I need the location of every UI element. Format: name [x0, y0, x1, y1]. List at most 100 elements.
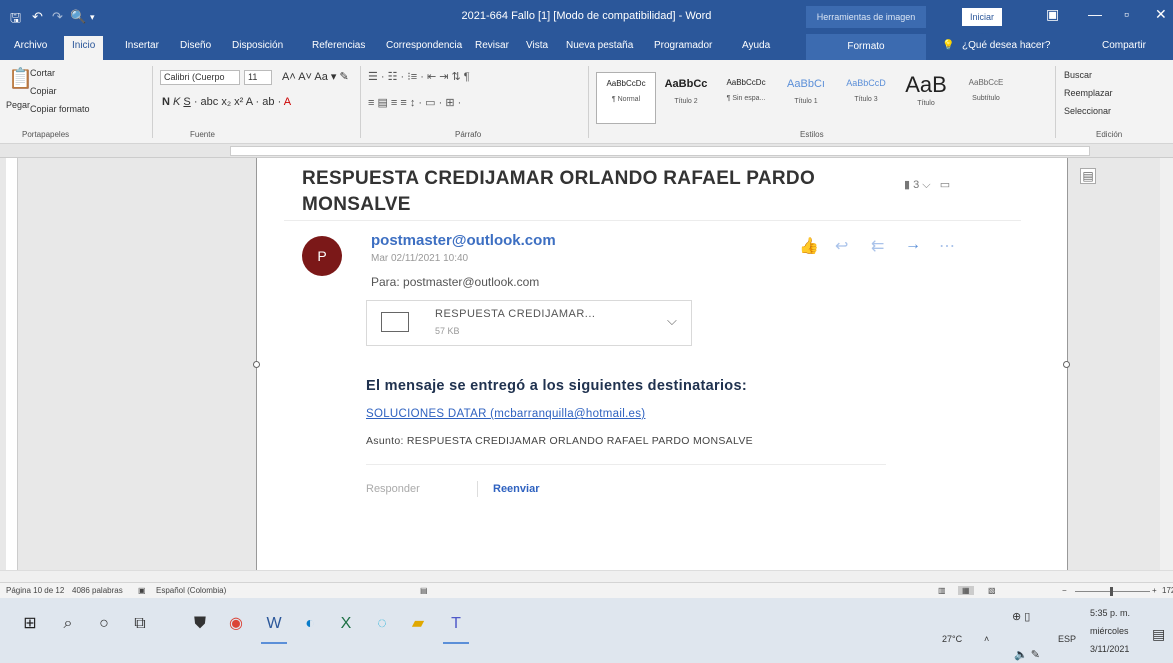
- page-count[interactable]: Página 10 de 12: [6, 586, 64, 595]
- tab-insertar[interactable]: Insertar: [125, 40, 159, 51]
- style-titulo-3[interactable]: AaBbCcD Título 3: [836, 72, 896, 124]
- copy-button[interactable]: Copiar: [30, 86, 57, 96]
- maximize-button[interactable]: ▫: [1124, 6, 1129, 22]
- horizontal-scrollbar[interactable]: [0, 570, 1173, 582]
- volume-icon[interactable]: 🔈 ✎: [1014, 648, 1040, 661]
- minimize-button[interactable]: —: [1088, 6, 1102, 22]
- zoom-slider-thumb[interactable]: [1110, 587, 1113, 596]
- input-language[interactable]: ESP: [1058, 634, 1076, 644]
- format-painter-button[interactable]: Copiar formato: [30, 104, 90, 114]
- zoom-in-button[interactable]: +: [1152, 586, 1157, 595]
- tab-archivo[interactable]: Archivo: [14, 40, 47, 51]
- tab-revisar[interactable]: Revisar: [475, 40, 509, 51]
- weather-temperature[interactable]: 27°C: [942, 634, 962, 644]
- network-icon[interactable]: ⊕ ▯: [1012, 610, 1030, 623]
- email-to: Para: postmaster@outlook.com: [371, 275, 540, 289]
- tell-me-search[interactable]: ¿Qué desea hacer?: [962, 40, 1050, 51]
- word-count[interactable]: 4086 palabras: [72, 586, 123, 595]
- font-group-label: Fuente: [190, 130, 215, 139]
- sign-in-button[interactable]: Iniciar ses: [962, 8, 1002, 40]
- tray-chevron-icon[interactable]: ˄: [984, 634, 989, 644]
- edge-icon[interactable]: ◐: [298, 612, 322, 636]
- task-view-icon[interactable]: ⧉: [128, 612, 152, 636]
- document-area: RESPUESTA CREDIJAMAR ORLANDO RAFAEL PARD…: [0, 158, 1173, 583]
- zoom-out-button[interactable]: −: [1062, 586, 1067, 595]
- clipboard-group-label: Portapapeles: [22, 130, 70, 139]
- sender-address: postmaster@outlook.com: [371, 232, 556, 249]
- vertical-scrollbar[interactable]: [1160, 158, 1173, 583]
- focus-icon[interactable]: ▤: [420, 586, 428, 595]
- select-button[interactable]: Seleccionar: [1064, 106, 1111, 116]
- security-icon[interactable]: ⛊: [188, 612, 212, 636]
- tab-ayuda[interactable]: Ayuda: [742, 40, 770, 51]
- style-subtitulo[interactable]: AaBbCcE Subtítulo: [956, 72, 1016, 124]
- attachment-card: RESPUESTA CREDIJAMAR... 57 KB ⌵: [366, 300, 692, 346]
- start-icon[interactable]: ⊞: [18, 612, 42, 636]
- reply-all-icon: ⇇: [871, 238, 885, 255]
- read-mode-icon[interactable]: ▥: [938, 586, 946, 595]
- tab-nueva-pestana[interactable]: Nueva pestaña: [566, 40, 633, 51]
- store-icon[interactable]: ◌: [370, 612, 394, 636]
- font-format-icons[interactable]: N K S · abc x₂ x² A · ab · A: [162, 96, 291, 108]
- paste-button[interactable]: Pegar: [6, 100, 30, 110]
- forward-icon: →: [905, 236, 921, 253]
- font-name-select[interactable]: Calibri (Cuerpo: [160, 70, 240, 85]
- paragraph-group-label: Párrafo: [455, 130, 482, 139]
- file-explorer-icon[interactable]: ▰: [406, 612, 430, 636]
- web-layout-icon[interactable]: ▧: [988, 586, 996, 595]
- tab-inicio[interactable]: Inicio: [64, 36, 104, 60]
- document-page: RESPUESTA CREDIJAMAR ORLANDO RAFAEL PARD…: [253, 158, 1070, 583]
- taskbar: ⊞ ⌕ ○ ⧉ ⛊ ◉ W ◐ X ◌ ▰ T 27°C ˄ ⊕ ▯ 🔈 ✎ E…: [0, 598, 1173, 663]
- style-normal[interactable]: AaBbCcDc ¶ Normal: [596, 72, 656, 124]
- tab-formato[interactable]: Formato: [806, 34, 926, 60]
- close-button[interactable]: ✕: [1155, 6, 1167, 23]
- tab-correspondencia[interactable]: Correspondencia: [386, 40, 462, 51]
- reply-icon: ↩: [835, 238, 849, 255]
- layout-options-icon[interactable]: ▤: [1080, 168, 1096, 184]
- zoom-level[interactable]: 172: [1162, 586, 1173, 595]
- font-grow-shrink-icons[interactable]: A˄ A˅ Aa ▾ ✎: [282, 70, 349, 83]
- tab-disposicion[interactable]: Disposición: [232, 40, 283, 51]
- image-resize-handle-right[interactable]: [1063, 361, 1070, 368]
- tab-vista[interactable]: Vista: [526, 40, 548, 51]
- word-icon[interactable]: W: [262, 612, 286, 636]
- notifications-icon[interactable]: ▤: [1152, 626, 1165, 643]
- cut-button[interactable]: Cortar: [30, 68, 55, 78]
- style-titulo-1[interactable]: AaBbCı Título 1: [776, 72, 836, 124]
- search-icon[interactable]: ⌕: [56, 612, 80, 636]
- vertical-ruler[interactable]: [6, 158, 18, 583]
- proofing-icon[interactable]: ▣: [138, 586, 146, 595]
- print-layout-icon[interactable]: ▦: [958, 586, 974, 595]
- ribbon-display-icon[interactable]: ▣: [1046, 6, 1059, 23]
- embedded-email-image[interactable]: RESPUESTA CREDIJAMAR ORLANDO RAFAEL PARD…: [284, 158, 1021, 583]
- clock-time[interactable]: 5:35 p. m.: [1090, 608, 1130, 618]
- clock-date[interactable]: 3/11/2021: [1090, 644, 1129, 654]
- email-subject: RESPUESTA CREDIJAMAR ORLANDO RAFAEL PARD…: [302, 168, 816, 215]
- like-icon: 👍: [799, 238, 819, 255]
- replace-button[interactable]: Reemplazar: [1064, 88, 1113, 98]
- horizontal-ruler[interactable]: [0, 144, 1173, 158]
- more-icon: ⋯: [939, 238, 955, 255]
- excel-icon[interactable]: X: [334, 612, 358, 636]
- font-size-select[interactable]: 11: [244, 70, 272, 85]
- styles-group-label: Estilos: [800, 130, 824, 139]
- list-icons[interactable]: ☰ · ☷ · ⁝≡ · ⇤ ⇥ ⇅ ¶: [368, 70, 470, 83]
- clock-day[interactable]: miércoles: [1090, 626, 1129, 636]
- picture-tools-label: Herramientas de imagen: [806, 6, 926, 28]
- share-button[interactable]: Compartir: [1102, 40, 1146, 51]
- chrome-icon[interactable]: ◉: [224, 612, 248, 636]
- find-button[interactable]: Buscar: [1064, 70, 1092, 80]
- tab-diseno[interactable]: Diseño: [180, 40, 211, 51]
- style-titulo-2[interactable]: AaBbCc Título 2: [656, 72, 716, 124]
- lightbulb-icon: 💡: [942, 40, 955, 51]
- tab-programador[interactable]: Programador: [654, 40, 712, 51]
- image-resize-handle-left[interactable]: [253, 361, 260, 368]
- tab-referencias[interactable]: Referencias: [312, 40, 365, 51]
- cortana-icon[interactable]: ○: [92, 612, 116, 636]
- avatar: P: [302, 236, 342, 276]
- language-status[interactable]: Español (Colombia): [156, 586, 226, 595]
- style-sin-espaciado[interactable]: AaBbCcDc ¶ Sin espa...: [716, 72, 776, 124]
- teams-icon[interactable]: T: [444, 612, 468, 636]
- style-titulo[interactable]: AaB Título: [896, 72, 956, 124]
- align-icons[interactable]: ≡ ▤ ≡ ≡ ↕ · ▭ · ⊞ ·: [368, 96, 461, 109]
